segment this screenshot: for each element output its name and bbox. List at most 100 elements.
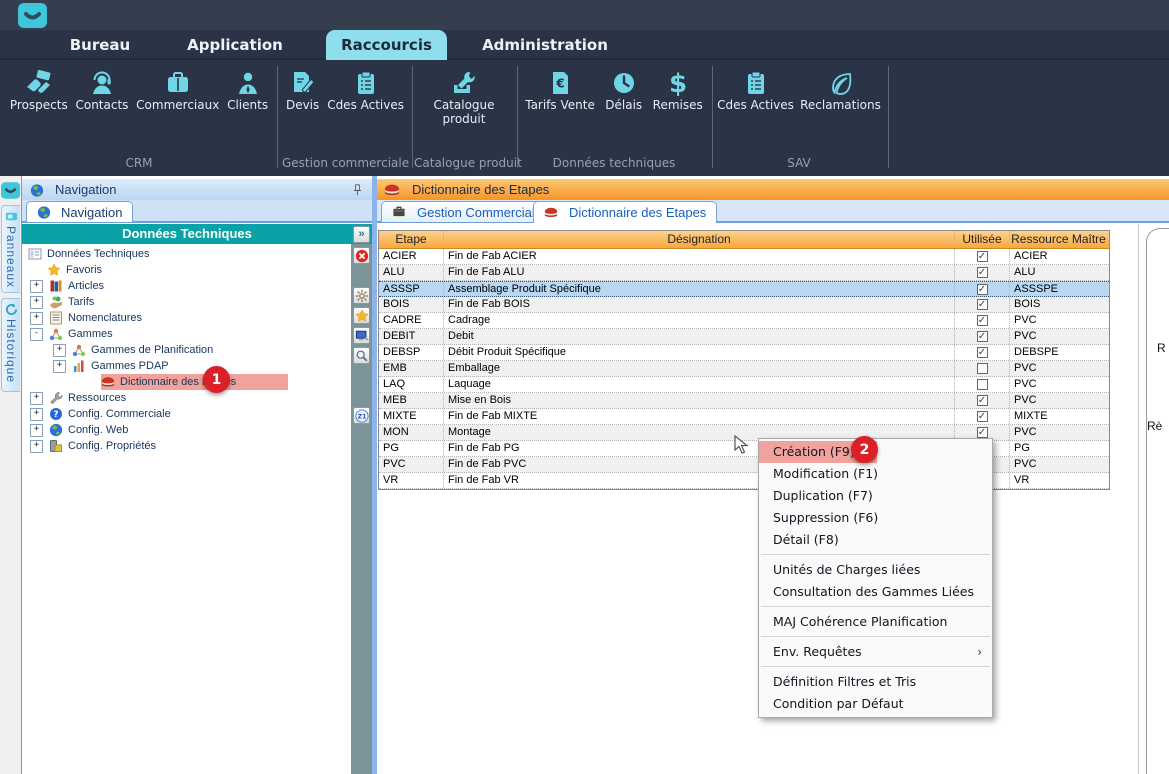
table-row-cadre[interactable]: CADRECadrage✓PVC — [379, 313, 1109, 329]
context-menu-item-modification-f1-[interactable]: Modification (F1) — [759, 463, 992, 485]
column-header-utilis-e[interactable]: Utilisée — [955, 231, 1010, 248]
expand-icon[interactable]: + — [30, 440, 43, 453]
ribbon-button-devis[interactable]: Devis — [286, 68, 319, 112]
pin-icon[interactable] — [351, 183, 364, 196]
tree-item-donn-es-techniques[interactable]: Données Techniques — [22, 246, 352, 262]
checkbox-unchecked-icon[interactable] — [977, 363, 988, 374]
expand-icon[interactable]: + — [53, 344, 66, 357]
rail-tab-panneaux[interactable]: Panneaux — [1, 205, 20, 293]
tree-item-gammes-pdap[interactable]: +Gammes PDAP — [22, 358, 352, 374]
rail-tab-historique[interactable]: Historique — [1, 298, 20, 392]
context-menu-item-env-requ-tes[interactable]: Env. Requêtes› — [759, 641, 992, 663]
toolbar-button-close[interactable] — [353, 247, 370, 264]
ribbon-separator — [517, 66, 518, 168]
cell-etape: LAQ — [379, 377, 444, 392]
tree-item-ressources[interactable]: +Ressources — [22, 390, 352, 406]
gear-icon — [355, 289, 369, 303]
context-menu-item-condition-par-d-faut[interactable]: Condition par Défaut — [759, 693, 992, 715]
tree-item-config-propri-t-s[interactable]: +Config. Propriétés — [22, 438, 352, 454]
ribbon-button-commerciaux[interactable]: Commerciaux — [136, 68, 219, 112]
table-row-vr[interactable]: VRFin de Fab VR✓VR — [379, 473, 1109, 489]
toolbar-button-magnifier[interactable] — [353, 347, 370, 364]
toolbar-button-z1[interactable]: Z1 — [353, 407, 370, 424]
ribbon-button-catalogue-produit[interactable]: Catalogue produit — [428, 68, 500, 126]
checkbox-unchecked-icon[interactable] — [977, 379, 988, 390]
tree-item-gammes[interactable]: -Gammes — [22, 326, 352, 342]
context-menu-item-maj-coh-rence-planification[interactable]: MAJ Cohérence Planification — [759, 611, 992, 633]
tree-item-gammes-de-planification[interactable]: +Gammes de Planification — [22, 342, 352, 358]
ribbon-button-clients[interactable]: Clients — [227, 68, 268, 112]
expand-icon[interactable]: + — [30, 408, 43, 421]
column-header-ressource-ma-tre[interactable]: Ressource Maître — [1010, 231, 1107, 248]
checkbox-checked-icon[interactable]: ✓ — [977, 395, 988, 406]
toolbar-button-monitor[interactable] — [353, 327, 370, 344]
checkbox-checked-icon[interactable]: ✓ — [977, 284, 988, 295]
context-menu-item-suppression-f6-[interactable]: Suppression (F6) — [759, 507, 992, 529]
expand-icon[interactable]: + — [53, 360, 66, 373]
rail-logo-icon[interactable] — [1, 180, 20, 201]
context-menu-item-d-tail-f8-[interactable]: Détail (F8) — [759, 529, 992, 551]
checkbox-checked-icon[interactable]: ✓ — [977, 299, 988, 310]
ribbon-button-contacts[interactable]: Contacts — [75, 68, 128, 112]
column-header-etape[interactable]: Etape — [379, 231, 444, 248]
expand-icon[interactable]: + — [30, 424, 43, 437]
menu-item-bureau[interactable]: Bureau — [58, 30, 142, 60]
context-menu-item-d-finition-filtres-et-tris[interactable]: Définition Filtres et Tris — [759, 671, 992, 693]
checkbox-checked-icon[interactable]: ✓ — [977, 427, 988, 438]
checkbox-checked-icon[interactable]: ✓ — [977, 251, 988, 262]
table-row-meb[interactable]: MEBMise en Bois✓PVC — [379, 393, 1109, 409]
toolbar-button-star[interactable] — [353, 307, 370, 324]
context-menu-item-unit-s-de-charges-li-es[interactable]: Unités de Charges liées — [759, 559, 992, 581]
table-row-alu[interactable]: ALUFin de Fab ALU✓ALU — [379, 265, 1109, 281]
checkbox-checked-icon[interactable]: ✓ — [977, 347, 988, 358]
checkbox-checked-icon[interactable]: ✓ — [977, 411, 988, 422]
checkbox-checked-icon[interactable]: ✓ — [977, 267, 988, 278]
ribbon-button-d-lais[interactable]: Délais — [605, 68, 642, 112]
menu-item-administration[interactable]: Administration — [482, 30, 608, 60]
ribbon-button-cdes-actives[interactable]: Cdes Actives — [717, 68, 794, 112]
tree-item-articles[interactable]: +Articles — [22, 278, 352, 294]
menu-item-application[interactable]: Application — [172, 30, 298, 60]
collapse-icon[interactable]: - — [30, 328, 43, 341]
tree-item-favoris[interactable]: Favoris — [22, 262, 352, 278]
table-row-laq[interactable]: LAQLaquagePVC — [379, 377, 1109, 393]
expand-icon[interactable]: + — [30, 296, 43, 309]
cell-utilisee — [955, 361, 1010, 376]
table-row-bois[interactable]: BOISFin de Fab BOIS✓BOIS — [379, 297, 1109, 313]
menu-bar: Bureau Application Raccourcis Administratio… — [0, 30, 1169, 60]
expand-icon[interactable]: + — [30, 312, 43, 325]
table-row-asssp[interactable]: ASSSPAssemblage Produit Spécifique✓ASSSP… — [379, 281, 1109, 297]
cell-etape: PVC — [379, 457, 444, 472]
collapse-panel-button[interactable]: » — [353, 226, 370, 243]
cell-utilisee: ✓ — [955, 345, 1010, 360]
tab-navigation[interactable]: Navigation — [26, 201, 133, 222]
context-menu-item-duplication-f7-[interactable]: Duplication (F7) — [759, 485, 992, 507]
column-header-d-signation[interactable]: Désignation — [444, 231, 955, 248]
table-row-acier[interactable]: ACIERFin de Fab ACIER✓ACIER — [379, 249, 1109, 265]
checkbox-checked-icon[interactable]: ✓ — [977, 315, 988, 326]
ribbon-button-remises[interactable]: $Remises — [653, 68, 703, 112]
tree-item-config-web[interactable]: +Config. Web — [22, 422, 352, 438]
ribbon-button-reclamations[interactable]: Reclamations — [800, 68, 881, 112]
document-tab-2[interactable]: Dictionnaire des Etapes — [533, 201, 717, 223]
table-row-debit[interactable]: DEBITDebit✓PVC — [379, 329, 1109, 345]
ribbon-button-cdes-actives[interactable]: Cdes Actives — [327, 68, 404, 112]
ribbon-button-tarifs-vente[interactable]: €Tarifs Vente — [525, 68, 595, 112]
tree-item-nomenclatures[interactable]: +Nomenclatures — [22, 310, 352, 326]
context-menu-item-consultation-des-gammes-li-es[interactable]: Consultation des Gammes Liées — [759, 581, 992, 603]
detail-panel-cutoff — [1146, 228, 1169, 774]
checkbox-checked-icon[interactable]: ✓ — [977, 331, 988, 342]
table-row-debsp[interactable]: DEBSPDébit Produit Spécifique✓DEBSPE — [379, 345, 1109, 361]
tree-item-tarifs[interactable]: +Tarifs — [22, 294, 352, 310]
table-row-emb[interactable]: EMBEmballagePVC — [379, 361, 1109, 377]
expand-icon[interactable]: + — [30, 392, 43, 405]
ribbon-button-prospects[interactable]: Prospects — [10, 68, 68, 112]
tree-item-dictionnaire-des-etapes[interactable]: Dictionnaire des Etapes — [22, 374, 352, 390]
ribbon-button-label: Délais — [605, 98, 642, 112]
books-icon — [49, 279, 63, 293]
menu-item-raccourcis[interactable]: Raccourcis — [326, 30, 447, 60]
tree-item-config-commerciale[interactable]: +?Config. Commerciale — [22, 406, 352, 422]
table-row-mixte[interactable]: MIXTEFin de Fab MIXTE✓MIXTE — [379, 409, 1109, 425]
toolbar-button-gear[interactable] — [353, 287, 370, 304]
expand-icon[interactable]: + — [30, 280, 43, 293]
